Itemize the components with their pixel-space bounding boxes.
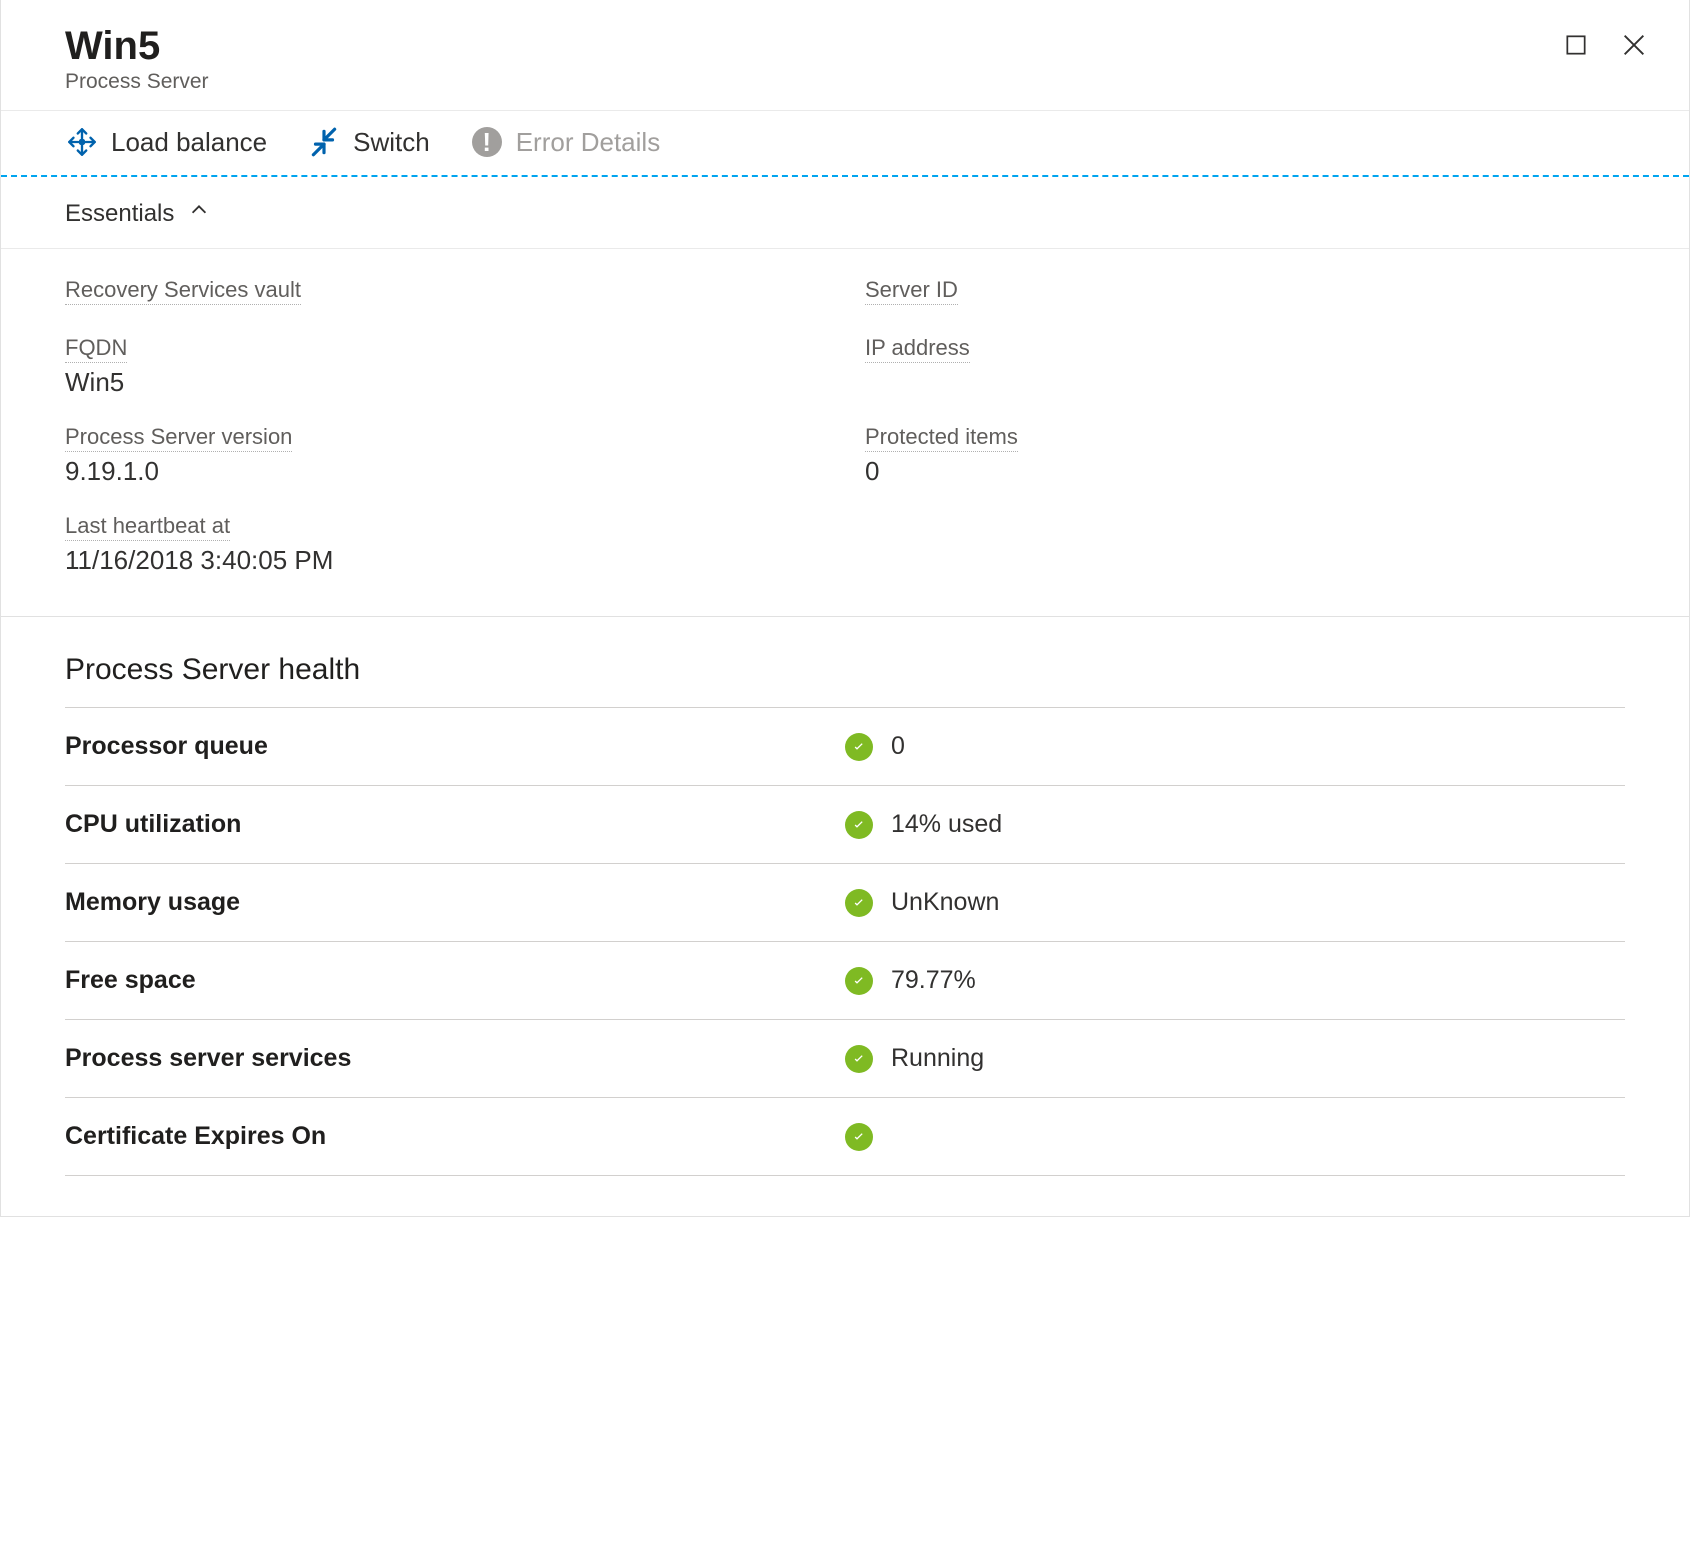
field-fqdn: FQDN Win5 bbox=[65, 335, 825, 398]
health-row: Free space 79.77% bbox=[65, 942, 1625, 1020]
health-row-label: CPU utilization bbox=[65, 810, 845, 839]
health-row-value-text: 0 bbox=[891, 732, 905, 761]
field-label: Server ID bbox=[865, 277, 958, 305]
health-rows: Processor queue 0 CPU utilization 14% used M… bbox=[65, 708, 1625, 1176]
error-details-button: ! Error Details bbox=[470, 125, 660, 159]
process-server-panel: Win5 Process Server Load bal bbox=[0, 0, 1690, 1217]
health-section: Process Server health Processor queue 0 CP… bbox=[1, 616, 1689, 1216]
status-ok-icon bbox=[845, 733, 873, 761]
field-label: IP address bbox=[865, 335, 970, 363]
field-version: Process Server version 9.19.1.0 bbox=[65, 424, 825, 487]
error-details-label: Error Details bbox=[516, 127, 660, 158]
status-ok-icon bbox=[845, 811, 873, 839]
health-row: CPU utilization 14% used bbox=[65, 786, 1625, 864]
health-row-value: 79.77% bbox=[845, 966, 1625, 995]
page-subtitle: Process Server bbox=[65, 70, 209, 94]
field-last-heartbeat: Last heartbeat at 11/16/2018 3:40:05 PM bbox=[65, 513, 825, 576]
header-title-block: Win5 Process Server bbox=[65, 24, 209, 94]
health-row-value-text: Running bbox=[891, 1044, 984, 1073]
health-row-label: Process server services bbox=[65, 1044, 845, 1073]
window-controls bbox=[1561, 24, 1649, 60]
health-row-label: Processor queue bbox=[65, 732, 845, 761]
health-row-value-text: 14% used bbox=[891, 810, 1002, 839]
field-label: FQDN bbox=[65, 335, 127, 363]
essentials-toggle[interactable]: Essentials bbox=[1, 177, 1689, 249]
load-balance-button[interactable]: Load balance bbox=[65, 125, 267, 159]
health-row-value: 0 bbox=[845, 732, 1625, 761]
health-row-value-text: UnKnown bbox=[891, 888, 999, 917]
panel-header: Win5 Process Server bbox=[1, 0, 1689, 111]
status-ok-icon bbox=[845, 889, 873, 917]
health-row: Memory usage UnKnown bbox=[65, 864, 1625, 942]
error-details-icon: ! bbox=[470, 125, 504, 159]
command-bar: Load balance Switch ! Error Details bbox=[1, 111, 1689, 177]
field-value: 11/16/2018 3:40:05 PM bbox=[65, 545, 825, 576]
status-ok-icon bbox=[845, 967, 873, 995]
field-recovery-vault: Recovery Services vault bbox=[65, 277, 825, 309]
field-label: Process Server version bbox=[65, 424, 292, 452]
health-row-value-text: 79.77% bbox=[891, 966, 976, 995]
health-row: Processor queue 0 bbox=[65, 708, 1625, 786]
switch-button[interactable]: Switch bbox=[307, 125, 430, 159]
health-row: Process server services Running bbox=[65, 1020, 1625, 1098]
field-label: Protected items bbox=[865, 424, 1018, 452]
chevron-up-icon bbox=[188, 199, 210, 228]
health-title: Process Server health bbox=[65, 635, 1625, 708]
health-row-label: Memory usage bbox=[65, 888, 845, 917]
status-ok-icon bbox=[845, 1045, 873, 1073]
field-ip-address: IP address bbox=[865, 335, 1625, 398]
restore-icon[interactable] bbox=[1561, 30, 1591, 60]
field-value: 9.19.1.0 bbox=[65, 456, 825, 487]
switch-icon bbox=[307, 125, 341, 159]
field-server-id: Server ID bbox=[865, 277, 1625, 309]
health-row-value: 14% used bbox=[845, 810, 1625, 839]
switch-label: Switch bbox=[353, 127, 430, 158]
health-row: Certificate Expires On bbox=[65, 1098, 1625, 1176]
field-value: 0 bbox=[865, 456, 1625, 487]
health-row-label: Certificate Expires On bbox=[65, 1122, 845, 1151]
field-label: Last heartbeat at bbox=[65, 513, 230, 541]
essentials-label: Essentials bbox=[65, 200, 174, 228]
health-row-value bbox=[845, 1123, 1625, 1151]
essentials-grid: Recovery Services vault Server ID FQDN W… bbox=[1, 249, 1689, 616]
load-balance-label: Load balance bbox=[111, 127, 267, 158]
field-label: Recovery Services vault bbox=[65, 277, 301, 305]
health-row-label: Free space bbox=[65, 966, 845, 995]
status-ok-icon bbox=[845, 1123, 873, 1151]
page-title: Win5 bbox=[65, 24, 209, 68]
close-icon[interactable] bbox=[1619, 30, 1649, 60]
health-row-value: UnKnown bbox=[845, 888, 1625, 917]
field-protected-items: Protected items 0 bbox=[865, 424, 1625, 487]
field-value: Win5 bbox=[65, 367, 825, 398]
load-balance-icon bbox=[65, 125, 99, 159]
health-row-value: Running bbox=[845, 1044, 1625, 1073]
